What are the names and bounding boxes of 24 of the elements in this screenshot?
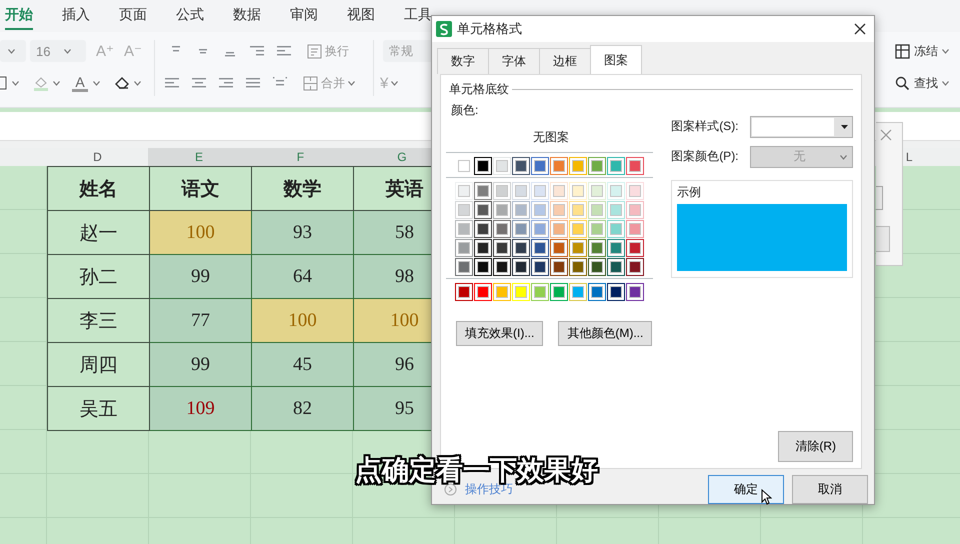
name-cell: 赵一: [48, 210, 150, 254]
score-cell: 99: [150, 342, 252, 386]
score-cell: 93: [252, 210, 354, 254]
score-cell: 99: [150, 254, 252, 298]
score-cell: 100: [150, 210, 252, 254]
color-label: 颜色:: [451, 102, 480, 119]
score-cell: 109: [150, 386, 252, 430]
header-cell: 数学: [252, 166, 354, 210]
header-cell: 语文: [150, 166, 252, 210]
score-cell: 45: [252, 342, 354, 386]
score-cell: 64: [252, 254, 354, 298]
sample-label: 示例: [677, 184, 702, 199]
name-cell: 吴五: [48, 386, 150, 430]
group-title: 单元格底纹: [449, 80, 509, 98]
score-cell: 100: [252, 298, 354, 342]
pattern-style-label: 图案样式(S):: [671, 118, 739, 136]
name-cell: 孙二: [48, 254, 150, 298]
header-cell: 姓名: [48, 166, 150, 210]
name-cell: 周四: [48, 342, 150, 386]
dialog-title: 单元格格式: [457, 20, 523, 38]
score-cell: 77: [150, 298, 252, 342]
score-cell: 82: [252, 386, 354, 430]
pattern-color-label: 图案颜色(P):: [671, 148, 739, 166]
name-cell: 李三: [48, 298, 150, 342]
